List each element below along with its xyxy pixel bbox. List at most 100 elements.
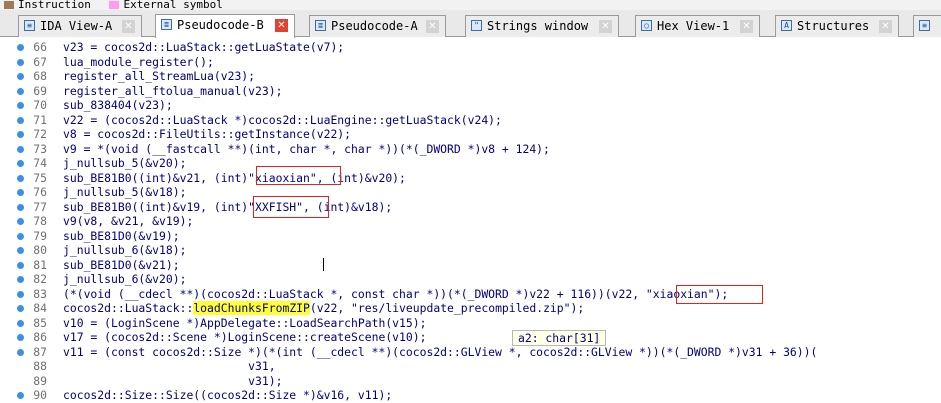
tab-strings-window[interactable]: " Strings window ✕ bbox=[465, 15, 619, 37]
breakpoint-dot-icon[interactable] bbox=[17, 334, 24, 341]
breakpoint-dot-icon[interactable] bbox=[17, 102, 24, 109]
code-text[interactable]: v31, bbox=[63, 359, 275, 374]
code-text-suffix: (v22, "res/liveupdate_precompiled.zip"); bbox=[309, 301, 585, 315]
tab-ida-view-a[interactable]: ≡ IDA View-A ✕ bbox=[18, 15, 142, 37]
code-text[interactable]: v8 = cocos2d::FileUtils::getInstance(v22… bbox=[63, 127, 351, 142]
legend-label: External symbol bbox=[123, 0, 223, 10]
code-text[interactable]: sub_BE81D0(&v21); bbox=[63, 258, 180, 273]
code-text[interactable]: sub_BE81B0((int)&v21, (int)"xiaoxian", (… bbox=[63, 171, 406, 186]
breakpoint-dot-icon[interactable] bbox=[17, 392, 24, 399]
tab-pseudocode-b[interactable]: ≣ Pseudocode-B ✕ bbox=[155, 14, 295, 38]
breakpoint-dot-icon[interactable] bbox=[17, 232, 24, 240]
code-line[interactable]: 81 sub_BE81D0(&v21); bbox=[0, 258, 941, 273]
tab-label: Structures bbox=[797, 19, 870, 33]
code-line[interactable]: 82 j_nullsub_6(&v20); bbox=[0, 272, 941, 287]
breakpoint-dot-icon[interactable] bbox=[17, 218, 24, 225]
code-text[interactable]: sub_BE81D0(&v19); bbox=[63, 229, 180, 244]
line-number: 71 bbox=[33, 112, 47, 127]
breakpoint-dot-icon[interactable] bbox=[17, 276, 24, 283]
code-text[interactable]: j_nullsub_6(&v18); bbox=[63, 243, 186, 258]
line-number: 83 bbox=[33, 286, 47, 301]
code-line[interactable]: 77 sub_BE81B0((int)&v19, (int)"XXFISH", (… bbox=[0, 200, 941, 215]
code-line[interactable]: 66 v23 = cocos2d::LuaStack::getLuaState(v… bbox=[0, 40, 941, 55]
code-line[interactable]: 75 sub_BE81B0((int)&v21, (int)"xiaoxian",… bbox=[0, 171, 941, 186]
breakpoint-dot-icon[interactable] bbox=[17, 116, 24, 124]
line-number: 69 bbox=[33, 83, 47, 98]
code-line[interactable]: 89 v31); bbox=[0, 374, 941, 389]
code-text[interactable]: v11 = (const cocos2d::Size *)(*(int (__c… bbox=[63, 345, 817, 360]
close-icon[interactable]: ✕ bbox=[740, 20, 753, 33]
breakpoint-dot-icon[interactable] bbox=[17, 348, 24, 356]
code-line[interactable]: 74 j_nullsub_5(&v20); bbox=[0, 156, 941, 171]
code-line[interactable]: 68 register_all_StreamLua(v23); bbox=[0, 69, 941, 84]
code-line[interactable]: 76 j_nullsub_5(&v18); bbox=[0, 185, 941, 200]
breakpoint-dot-icon[interactable] bbox=[17, 247, 24, 254]
code-text[interactable]: register_all_StreamLua(v23); bbox=[63, 69, 255, 84]
code-line[interactable]: 86 v17 = (cocos2d::Scene *)LoginScene::cr… bbox=[0, 330, 941, 345]
breakpoint-dot-icon[interactable] bbox=[17, 189, 24, 196]
code-line[interactable]: 69 register_all_ftolua_manual(v23); bbox=[0, 84, 941, 99]
code-line[interactable]: 83 (*(void (__cdecl **)(cocos2d::LuaStack… bbox=[0, 287, 941, 302]
code-line[interactable]: 70 sub_838404(v23); bbox=[0, 98, 941, 113]
code-line[interactable]: 87 v11 = (const cocos2d::Size *)(*(int (_… bbox=[0, 345, 941, 360]
code-line[interactable]: 67 lua_module_register(); bbox=[0, 55, 941, 70]
code-text[interactable]: sub_838404(v23); bbox=[63, 98, 173, 113]
breakpoint-dot-icon[interactable] bbox=[17, 160, 24, 167]
breakpoint-dot-icon[interactable] bbox=[17, 73, 24, 80]
tab-enums[interactable]: ≡ bbox=[913, 15, 941, 37]
tab-hex-view-1[interactable]: ○ Hex View-1 ✕ bbox=[635, 15, 760, 37]
tab-pseudocode-a[interactable]: ≣ Pseudocode-A ✕ bbox=[309, 15, 446, 37]
code-line[interactable]: 73 v9 = *(void (__fastcall **)(int, char … bbox=[0, 142, 941, 157]
pseudocode-view[interactable]: 66 v23 = cocos2d::LuaStack::getLuaState(v… bbox=[0, 38, 941, 403]
code-line[interactable]: 80 j_nullsub_6(&v18); bbox=[0, 243, 941, 258]
code-line[interactable]: 72 v8 = cocos2d::FileUtils::getInstance(v… bbox=[0, 127, 941, 142]
code-text[interactable]: v23 = cocos2d::LuaStack::getLuaState(v7)… bbox=[63, 40, 344, 55]
breakpoint-dot-icon[interactable] bbox=[17, 131, 24, 138]
code-line[interactable]: 79 sub_BE81D0(&v19); bbox=[0, 229, 941, 244]
text-cursor bbox=[323, 258, 324, 271]
line-number: 77 bbox=[33, 199, 47, 214]
line-number: 79 bbox=[33, 228, 47, 243]
code-text[interactable]: lua_module_register(); bbox=[63, 55, 214, 70]
close-icon[interactable]: ✕ bbox=[275, 19, 288, 32]
code-text[interactable]: (*(void (__cdecl **)(cocos2d::LuaStack *… bbox=[63, 287, 728, 302]
close-icon[interactable]: ✕ bbox=[122, 20, 135, 33]
legend-swatch-external-symbol bbox=[109, 1, 120, 9]
code-text[interactable]: v17 = (cocos2d::Scene *)LoginScene::crea… bbox=[63, 330, 426, 345]
code-text[interactable]: v31); bbox=[63, 374, 282, 389]
code-text[interactable]: j_nullsub_5(&v18); bbox=[63, 185, 186, 200]
highlighted-symbol[interactable]: loadChunksFromZIP bbox=[193, 301, 310, 315]
code-line[interactable]: 88 v31, bbox=[0, 359, 941, 374]
code-line[interactable]: 90 cocos2d::Size::Size((cocos2d::Size *)&… bbox=[0, 388, 941, 403]
code-text[interactable]: cocos2d::Size::Size((cocos2d::Size *)&v1… bbox=[63, 388, 392, 403]
code-text[interactable]: v22 = (cocos2d::LuaStack *)cocos2d::LuaE… bbox=[63, 113, 502, 128]
breakpoint-dot-icon[interactable] bbox=[17, 290, 24, 298]
breakpoint-dot-icon[interactable] bbox=[17, 203, 24, 211]
code-text[interactable]: cocos2d::LuaStack::loadChunksFromZIP(v22… bbox=[63, 301, 584, 316]
breakpoint-dot-icon[interactable] bbox=[17, 145, 24, 153]
code-text[interactable]: sub_BE81B0((int)&v19, (int)"XXFISH", (in… bbox=[63, 200, 392, 215]
breakpoint-dot-icon[interactable] bbox=[17, 261, 24, 269]
code-text[interactable]: v9(v8, &v21, &v19); bbox=[63, 214, 193, 229]
hover-tooltip: a2: char[31] bbox=[512, 330, 607, 346]
code-text[interactable]: register_all_ftolua_manual(v23); bbox=[63, 84, 282, 99]
breakpoint-dot-icon[interactable] bbox=[17, 319, 24, 327]
code-line[interactable]: 85 v10 = (LoginScene *)AppDelegate::LoadS… bbox=[0, 316, 941, 331]
code-line[interactable]: 84 cocos2d::LuaStack::loadChunksFromZIP(v… bbox=[0, 301, 941, 316]
code-line[interactable]: 78 v9(v8, &v21, &v19); bbox=[0, 214, 941, 229]
breakpoint-dot-icon[interactable] bbox=[17, 87, 24, 95]
close-icon[interactable]: ✕ bbox=[426, 20, 439, 33]
code-text[interactable]: v10 = (LoginScene *)AppDelegate::LoadSea… bbox=[63, 316, 426, 331]
code-text[interactable]: j_nullsub_6(&v20); bbox=[63, 272, 186, 287]
code-line[interactable]: 71 v22 = (cocos2d::LuaStack *)cocos2d::Lu… bbox=[0, 113, 941, 128]
close-icon[interactable]: ✕ bbox=[879, 20, 892, 33]
tab-structures[interactable]: A Structures ✕ bbox=[775, 15, 899, 37]
breakpoint-dot-icon[interactable] bbox=[17, 174, 24, 182]
close-icon[interactable]: ✕ bbox=[599, 20, 612, 33]
breakpoint-dot-icon[interactable] bbox=[17, 305, 24, 312]
code-text[interactable]: j_nullsub_5(&v20); bbox=[63, 156, 186, 171]
breakpoint-dot-icon[interactable] bbox=[17, 44, 24, 51]
breakpoint-dot-icon[interactable] bbox=[17, 58, 24, 66]
tab-label: Pseudocode-A bbox=[331, 19, 418, 33]
code-text[interactable]: v9 = *(void (__fastcall **)(int, char *,… bbox=[63, 142, 550, 157]
